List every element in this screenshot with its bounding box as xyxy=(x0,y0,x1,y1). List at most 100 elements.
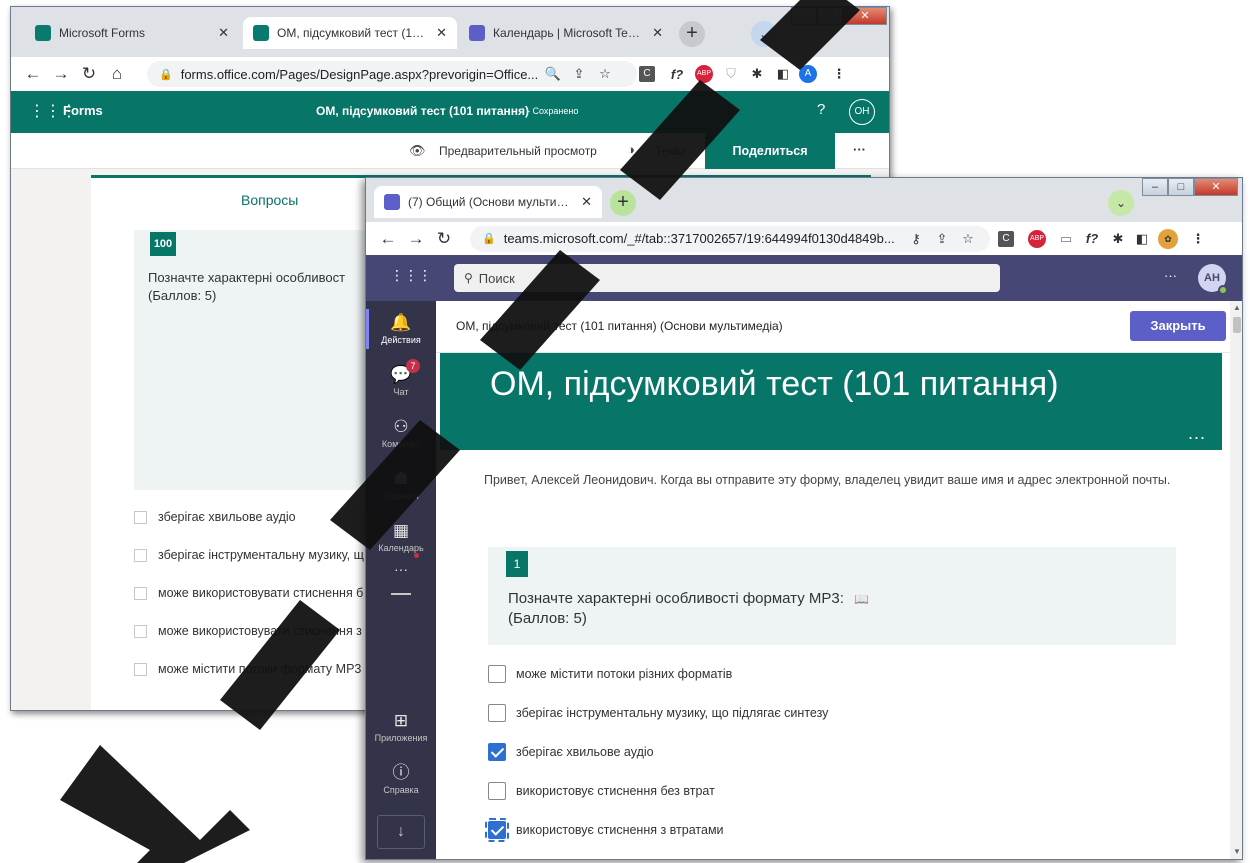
profile-avatar[interactable]: ✿ xyxy=(1158,228,1178,249)
rail-assignments[interactable]: ☗ Задания xyxy=(366,469,436,501)
close-button[interactable]: Закрыть xyxy=(1130,311,1226,341)
scroll-up-icon[interactable]: ▲ xyxy=(1233,303,1241,312)
profile-avatar[interactable]: A xyxy=(799,65,817,83)
tab-teams-general[interactable]: (7) Общий (Основи мультимеді ✕ xyxy=(374,186,602,218)
teams-icon xyxy=(469,25,485,41)
home-icon[interactable]: ⌂ xyxy=(103,64,131,84)
adblock-icon[interactable]: ABP xyxy=(695,65,713,83)
checkbox[interactable] xyxy=(134,662,147,676)
option-row[interactable]: використовує стиснення з втратами xyxy=(485,818,724,842)
close-tab-icon[interactable]: ✕ xyxy=(652,25,663,41)
checkbox[interactable] xyxy=(134,548,147,562)
close-tab-icon[interactable]: ✕ xyxy=(218,25,229,41)
more-options-icon[interactable]: ··· xyxy=(853,142,866,157)
window-close-button[interactable]: ✕ xyxy=(1194,178,1238,196)
checkbox[interactable] xyxy=(488,782,506,800)
close-tab-icon[interactable]: ✕ xyxy=(581,194,592,210)
scrollbar-thumb[interactable] xyxy=(1233,317,1241,333)
user-avatar[interactable]: OH xyxy=(849,99,875,125)
rail-more[interactable]: ··· xyxy=(366,553,436,581)
minimize-button[interactable]: – xyxy=(791,7,817,25)
tab-search-button[interactable]: ⌄ xyxy=(751,21,777,47)
maximize-button[interactable]: □ xyxy=(817,7,843,25)
close-tab-icon[interactable]: ✕ xyxy=(436,25,447,41)
search-input[interactable]: ⚲ Поиск xyxy=(454,264,1000,292)
bookmark-star-icon[interactable]: ☆ xyxy=(958,231,978,247)
new-tab-button[interactable]: + xyxy=(610,190,636,216)
settings-more-icon[interactable]: ··· xyxy=(1164,268,1177,283)
share-button[interactable]: Поделиться xyxy=(705,133,835,169)
preview-button[interactable]: Предварительный просмотр xyxy=(439,144,597,158)
new-tab-button[interactable]: + xyxy=(679,21,705,47)
maximize-button[interactable]: □ xyxy=(1168,178,1194,196)
rail-chat[interactable]: 💬 Чат 7 xyxy=(366,359,436,397)
checkbox-checked[interactable] xyxy=(488,743,506,761)
back-arrow-icon[interactable]: ← xyxy=(19,64,47,84)
calendar-icon: ▦ xyxy=(392,521,410,540)
search-icon: ⚲ xyxy=(464,271,473,285)
address-bar[interactable]: 🔒 forms.office.com/Pages/DesignPage.aspx… xyxy=(147,61,637,87)
back-arrow-icon[interactable]: ← xyxy=(374,229,402,249)
checkbox[interactable] xyxy=(134,586,147,600)
sidebar-icon[interactable]: ◧ xyxy=(773,66,793,82)
forward-arrow-icon[interactable]: → xyxy=(402,229,430,249)
share-page-icon[interactable]: ⇪ xyxy=(932,231,952,247)
rail-apps[interactable]: ⊞ Приложения xyxy=(366,711,436,743)
screenshot-icon[interactable]: ▭ xyxy=(1056,231,1076,247)
tab-search-button[interactable]: ⌄ xyxy=(1108,190,1134,216)
download-icon[interactable]: ↓ xyxy=(377,815,425,849)
sidebar-icon[interactable]: ◧ xyxy=(1132,231,1152,247)
adblock-icon[interactable]: ABP xyxy=(1028,229,1046,248)
option-row[interactable]: зберігає інструментальну музику, щ xyxy=(134,548,364,562)
help-icon[interactable]: ? xyxy=(817,101,825,118)
tab-teams-calendar[interactable]: Календарь | Microsoft Teams ✕ xyxy=(459,17,673,49)
reload-icon[interactable]: ↻ xyxy=(75,64,103,84)
extension-fx-icon[interactable]: f? xyxy=(1082,231,1102,246)
vertical-scrollbar[interactable]: ▲ ▼ xyxy=(1230,301,1242,859)
tab-om-test[interactable]: ОМ, підсумковий тест (101 пит ✕ xyxy=(243,17,457,49)
key-icon[interactable]: ⚷ xyxy=(906,231,926,247)
option-row[interactable]: зберігає хвильове аудіо xyxy=(134,510,296,524)
browser-menu-icon[interactable]: ⋮ xyxy=(829,66,849,82)
option-row[interactable]: використовує стиснення без втрат xyxy=(488,782,715,800)
checkbox[interactable] xyxy=(134,624,147,638)
browser-menu-icon[interactable]: ⋮ xyxy=(1188,231,1208,247)
zoom-icon[interactable]: 🔍 xyxy=(543,66,563,82)
rail-calendar[interactable]: ▦ Календарь xyxy=(366,521,436,553)
extensions-puzzle-icon[interactable]: ✱ xyxy=(1108,231,1128,247)
extensions-puzzle-icon[interactable]: ✱ xyxy=(747,66,767,82)
minimize-button[interactable]: – xyxy=(1142,178,1168,196)
reload-icon[interactable]: ↻ xyxy=(430,229,458,249)
option-row[interactable]: зберігає інструментальну музику, що підл… xyxy=(488,704,828,722)
option-row[interactable]: зберігає хвильове аудіо xyxy=(488,743,654,761)
checkbox[interactable] xyxy=(134,510,147,524)
rail-activity[interactable]: 🔔 Действия xyxy=(366,309,436,349)
share-page-icon[interactable]: ⇪ xyxy=(569,66,589,82)
checkbox[interactable] xyxy=(488,665,506,683)
checkbox-checked[interactable] xyxy=(485,818,509,842)
option-row[interactable]: може використовувати стиснення б xyxy=(134,586,363,600)
rail-teams[interactable]: ⚇ Команды xyxy=(366,417,436,449)
app-launcher-icon[interactable]: ⋮⋮⋮ xyxy=(390,267,432,284)
form-banner: ОМ, підсумковий тест (101 питання) ... xyxy=(440,353,1222,450)
greeting-text: Привет, Алексей Леонидович. Когда вы отп… xyxy=(484,473,1171,487)
extension-c-icon[interactable]: C xyxy=(998,230,1014,247)
option-row[interactable]: може містити потоки різних форматів xyxy=(488,665,732,683)
themes-button[interactable]: Темы xyxy=(655,144,685,158)
tab-microsoft-forms[interactable]: Microsoft Forms ✕ xyxy=(25,17,239,49)
forward-arrow-icon[interactable]: → xyxy=(47,64,75,84)
option-row[interactable]: може використовувати стиснення з xyxy=(134,624,362,638)
rail-help[interactable]: ⓘ Справка xyxy=(366,763,436,795)
option-row[interactable]: може містити потоки формату МР3 xyxy=(134,662,361,676)
checkbox[interactable] xyxy=(488,704,506,722)
tab-questions[interactable]: Вопросы xyxy=(241,192,298,208)
more-options-icon[interactable]: ... xyxy=(1188,423,1206,444)
bookmark-star-icon[interactable]: ☆ xyxy=(595,66,615,82)
extension-fx-icon[interactable]: f? xyxy=(667,67,687,82)
shield-icon[interactable]: ⛉ xyxy=(721,66,741,82)
scroll-down-icon[interactable]: ▼ xyxy=(1233,847,1241,856)
window-close-button[interactable]: ✕ xyxy=(843,7,887,25)
extension-c-icon[interactable]: C xyxy=(639,66,655,82)
immersive-reader-icon[interactable]: 📖 xyxy=(854,592,869,606)
forms-brand[interactable]: Forms xyxy=(63,103,103,118)
